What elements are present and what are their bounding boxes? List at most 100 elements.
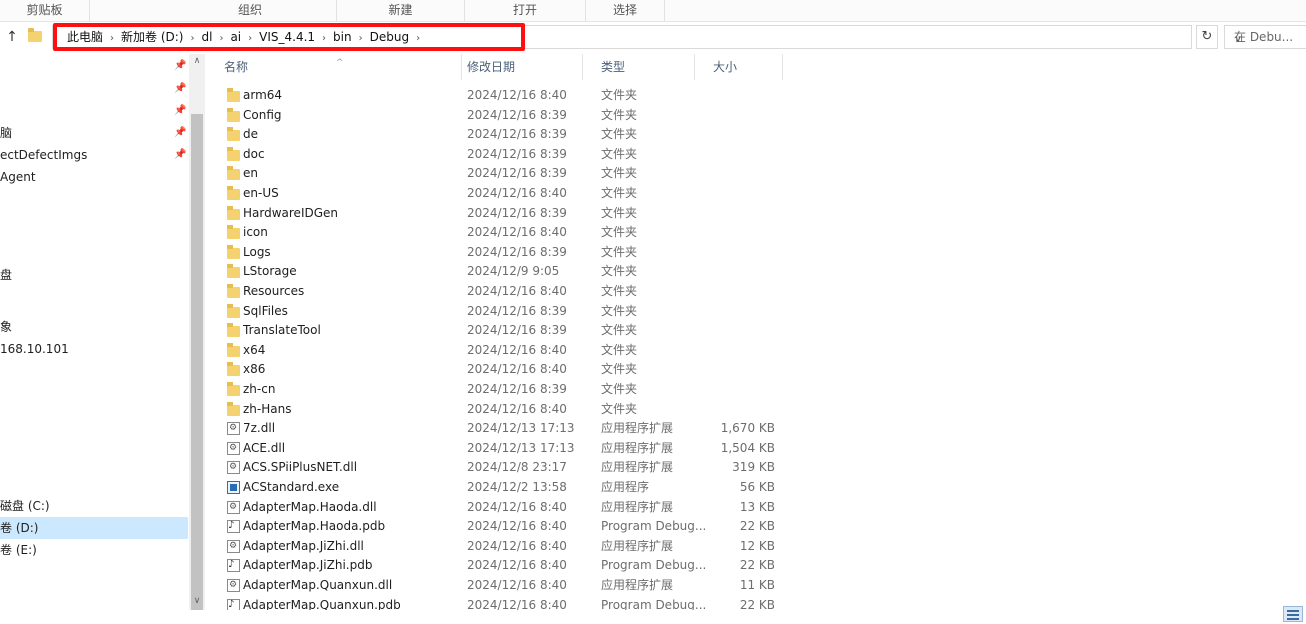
scroll-down-icon[interactable]: ∨ xyxy=(189,594,205,608)
folder-icon xyxy=(227,107,240,122)
file-name: AdapterMap.Haoda.pdb xyxy=(243,519,386,534)
file-date: 2024/12/16 8:40 xyxy=(467,558,567,573)
ribbon-group-new[interactable]: 新建 xyxy=(337,0,465,21)
table-row[interactable]: HardwareIDGen 2024/12/16 8:39 文件夹 xyxy=(206,204,1306,224)
folder-icon xyxy=(227,284,240,298)
file-type: 文件夹 xyxy=(601,107,638,122)
file-type: 文件夹 xyxy=(601,264,638,279)
table-row[interactable]: Config 2024/12/16 8:39 文件夹 xyxy=(206,106,1306,126)
file-name: ACS.SPiiPlusNET.dll xyxy=(243,460,358,475)
pdb-icon xyxy=(227,555,240,575)
file-type: Program Debug... xyxy=(601,519,707,534)
file-name: en xyxy=(243,166,258,181)
file-name: AdapterMap.Quanxun.dll xyxy=(243,578,393,592)
table-row[interactable]: Resources 2024/12/16 8:40 文件夹 xyxy=(206,282,1306,302)
details-view-icon[interactable] xyxy=(1283,606,1303,622)
file-date: 2024/12/16 8:39 xyxy=(467,127,567,142)
navigation-pane: 📌 📌 📌 脑 📌 ectDefectImgs 📌 Agent 盘 象 168.… xyxy=(0,54,190,610)
column-header-size[interactable]: 大小 xyxy=(695,54,783,80)
file-date: 2024/12/16 8:40 xyxy=(467,362,567,377)
nav-item-drive-d[interactable]: 卷 (D:) xyxy=(0,517,188,539)
table-row[interactable]: AdapterMap.JiZhi.dll 2024/12/16 8:40 应用程序扩… xyxy=(206,537,1306,556)
table-row[interactable]: 7z.dll 2024/12/13 17:13 应用程序扩展 1,670 KB xyxy=(206,419,1306,439)
nav-item-drive-e[interactable]: 卷 (E:) xyxy=(0,539,37,561)
ribbon-group-open[interactable]: 打开 xyxy=(465,0,586,21)
file-date: 2024/12/16 8:39 xyxy=(467,323,567,338)
ribbon-group-organize[interactable]: 组织 xyxy=(164,0,337,21)
table-row[interactable]: arm64 2024/12/16 8:40 文件夹 xyxy=(206,86,1306,106)
table-row[interactable]: AdapterMap.Haoda.pdb 2024/12/16 8:40 Progr… xyxy=(206,516,1306,537)
table-row[interactable]: AdapterMap.Haoda.dll 2024/12/16 8:40 应用程序扩… xyxy=(206,498,1306,517)
table-row[interactable]: AdapterMap.JiZhi.pdb 2024/12/16 8:40 Progr… xyxy=(206,555,1306,576)
file-size: 1,504 KB xyxy=(720,440,775,455)
table-row[interactable]: ACStandard.exe 2024/12/2 13:58 应用程序 56 KB xyxy=(206,478,1306,498)
pin-icon[interactable]: 📌 xyxy=(174,127,186,138)
file-date: 2024/12/16 8:40 xyxy=(467,538,567,553)
nav-item-network-host[interactable]: 168.10.101 xyxy=(0,338,69,360)
file-date: 2024/12/16 8:39 xyxy=(467,205,567,220)
dll-icon xyxy=(227,537,240,556)
nav-item-objects[interactable]: 象 xyxy=(0,316,12,338)
file-name: AdapterMap.JiZhi.pdb xyxy=(243,558,373,573)
scroll-up-icon[interactable]: ∧ xyxy=(189,54,205,68)
nav-item-disk[interactable]: 盘 xyxy=(0,264,12,286)
file-type: 文件夹 xyxy=(601,323,638,338)
ribbon-group-select[interactable]: 选择 xyxy=(586,0,665,21)
up-arrow-icon[interactable]: ↑ xyxy=(3,28,21,46)
folder-icon xyxy=(227,382,240,396)
file-type: 文件夹 xyxy=(601,342,638,357)
table-row[interactable]: x64 2024/12/16 8:40 文件夹 xyxy=(206,341,1306,361)
folder-icon xyxy=(28,28,42,42)
sort-caret-icon: ^ xyxy=(336,58,344,68)
column-header-date[interactable]: 修改日期 xyxy=(449,54,583,80)
table-row[interactable]: en-US 2024/12/16 8:40 文件夹 xyxy=(206,184,1306,204)
file-date: 2024/12/16 8:40 xyxy=(467,401,567,416)
file-name: AdapterMap.Haoda.dll xyxy=(243,499,377,514)
column-header-type[interactable]: 类型 xyxy=(583,54,695,80)
file-size: 12 KB xyxy=(739,538,775,553)
table-row[interactable]: AdapterMap.Quanxun.dll 2024/12/16 8:40 应用程… xyxy=(206,576,1306,596)
table-row[interactable]: LStorage 2024/12/9 9:05 文件夹 xyxy=(206,262,1306,282)
file-date: 2024/12/16 8:39 xyxy=(467,303,567,318)
file-name: ACStandard.exe xyxy=(243,480,340,494)
table-row[interactable]: TranslateTool 2024/12/16 8:39 文件夹 xyxy=(206,321,1306,341)
folder-icon xyxy=(227,323,240,338)
nav-item-agent[interactable]: Agent xyxy=(0,166,36,188)
table-row[interactable]: icon 2024/12/16 8:40 文件夹 xyxy=(206,223,1306,243)
dll-icon xyxy=(227,458,240,478)
table-row[interactable]: Logs 2024/12/16 8:39 文件夹 xyxy=(206,243,1306,263)
table-row[interactable]: doc 2024/12/16 8:39 文件夹 xyxy=(206,145,1306,165)
table-row[interactable]: de 2024/12/16 8:39 文件夹 xyxy=(206,125,1306,145)
nav-item-this-pc[interactable]: 脑 xyxy=(0,122,12,144)
refresh-icon[interactable]: ↻ xyxy=(1196,25,1218,49)
pin-icon[interactable]: 📌 xyxy=(174,60,186,71)
table-row[interactable]: ACS.SPiiPlusNET.dll 2024/12/8 23:17 应用程序扩展… xyxy=(206,458,1306,478)
table-row[interactable]: en 2024/12/16 8:39 文件夹 xyxy=(206,164,1306,184)
table-row[interactable]: ACE.dll 2024/12/13 17:13 应用程序扩展 1,504 KB xyxy=(206,439,1306,458)
nav-item-drive-c[interactable]: 磁盘 (C:) xyxy=(0,495,50,517)
table-row[interactable]: zh-Hans 2024/12/16 8:40 文件夹 xyxy=(206,400,1306,420)
ribbon-group-clipboard[interactable]: 剪贴板 xyxy=(0,0,90,21)
pin-icon[interactable]: 📌 xyxy=(174,105,186,116)
file-size: 13 KB xyxy=(739,499,775,514)
nav-pane-scrollbar[interactable]: ∧ ∨ xyxy=(189,54,205,624)
annotation-highlight-box xyxy=(53,23,525,51)
pin-icon[interactable]: 📌 xyxy=(174,83,186,94)
nav-item-defect-imgs[interactable]: ectDefectImgs xyxy=(0,144,87,166)
dll-icon xyxy=(227,439,240,458)
search-input[interactable]: 在 Debu... xyxy=(1224,25,1306,49)
table-row[interactable]: AdapterMap.Quanxun.pdb 2024/12/16 8:40 Pro… xyxy=(206,595,1306,610)
folder-icon xyxy=(227,264,240,279)
file-name: AdapterMap.JiZhi.dll xyxy=(243,538,364,553)
file-size: 22 KB xyxy=(739,558,775,573)
table-row[interactable]: x86 2024/12/16 8:40 文件夹 xyxy=(206,360,1306,380)
column-header-name[interactable]: 名称 ^ xyxy=(206,54,462,80)
table-row[interactable]: zh-cn 2024/12/16 8:39 文件夹 xyxy=(206,380,1306,400)
file-type: 文件夹 xyxy=(601,284,638,298)
table-row[interactable]: SqlFiles 2024/12/16 8:39 文件夹 xyxy=(206,302,1306,322)
pin-icon[interactable]: 📌 xyxy=(174,149,186,160)
file-date: 2024/12/16 8:39 xyxy=(467,382,567,396)
file-size: 22 KB xyxy=(739,519,775,534)
scrollbar-thumb[interactable] xyxy=(191,114,203,624)
file-date: 2024/12/16 8:40 xyxy=(467,88,567,102)
